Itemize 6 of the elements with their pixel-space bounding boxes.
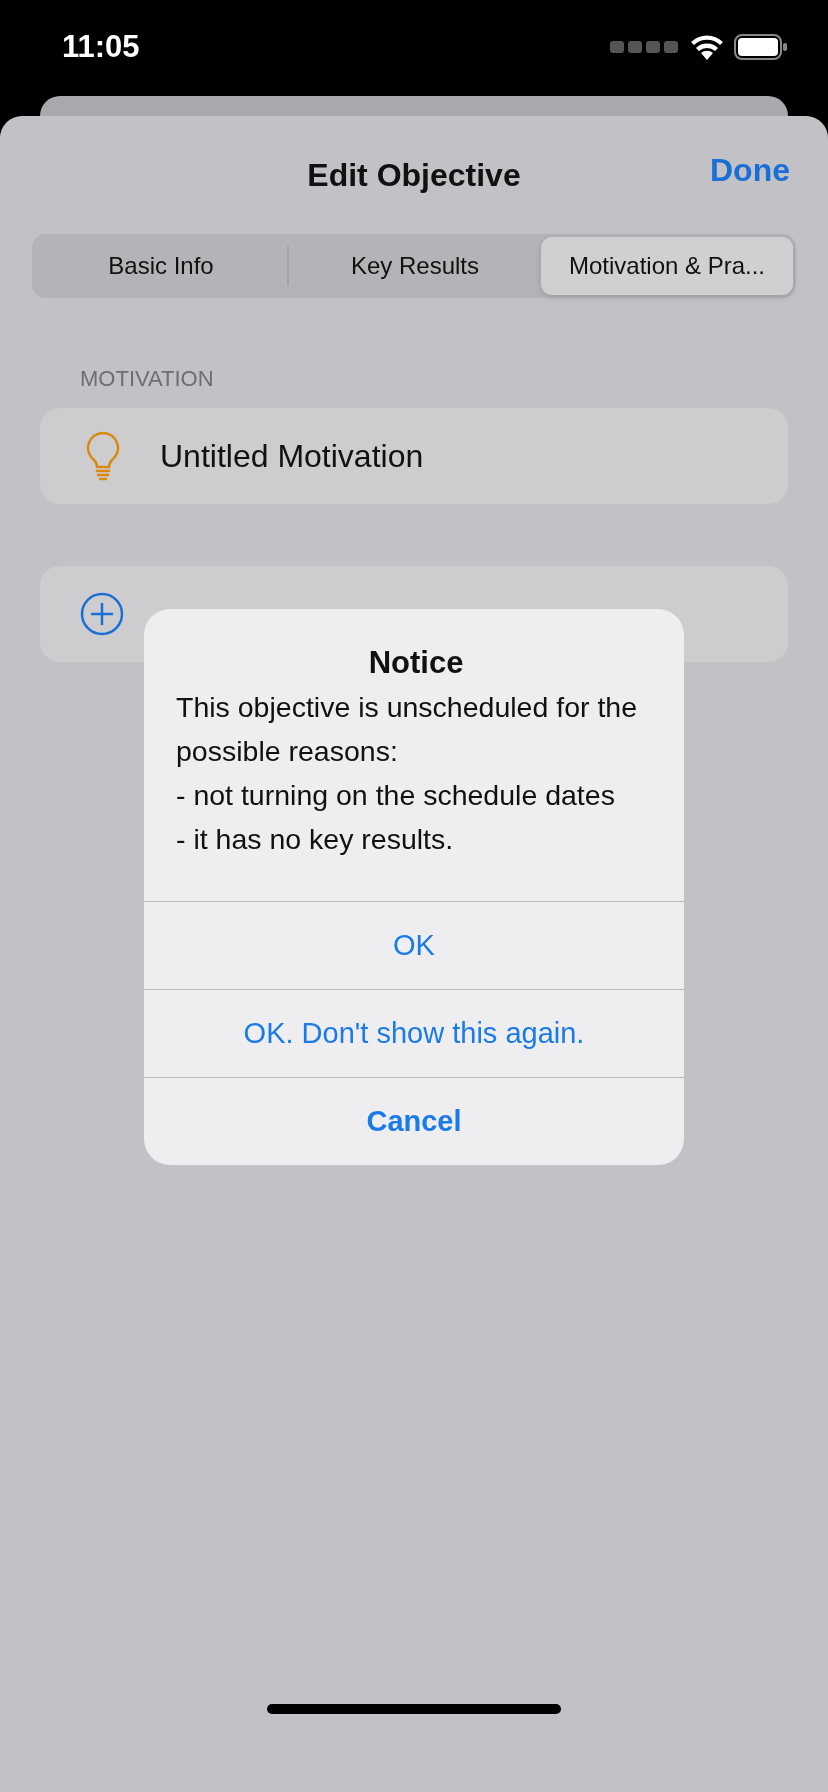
motivation-title: Untitled Motivation xyxy=(160,437,424,475)
status-time: 11:05 xyxy=(62,29,140,65)
sheet-title: Edit Objective xyxy=(307,156,521,194)
alert-title: Notice xyxy=(367,645,465,681)
alert-message: This objective is unscheduled for the possible reasons: - not turning on the schedule dates - it has no key results. xyxy=(176,690,638,857)
section-header: MOTIVATION xyxy=(80,366,215,392)
